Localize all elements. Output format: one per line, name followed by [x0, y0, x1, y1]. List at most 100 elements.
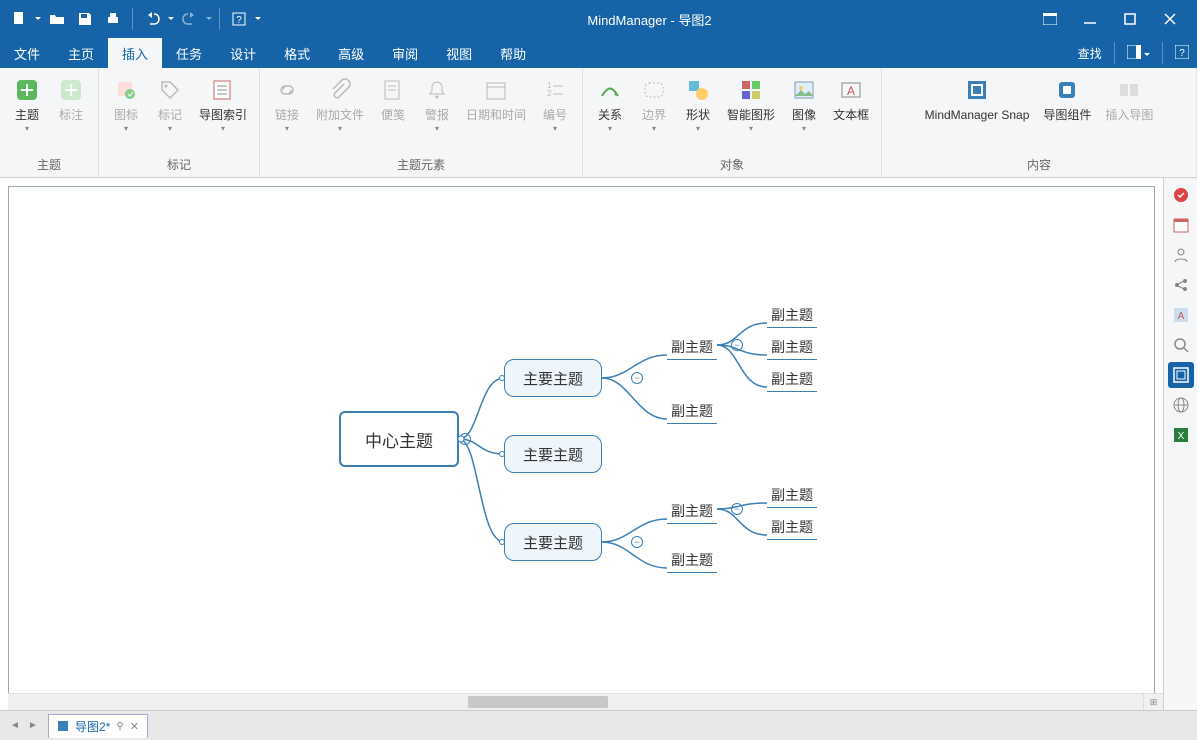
help-icon[interactable]: ? [1175, 45, 1189, 62]
main-topic-3[interactable]: 主要主题 [504, 523, 602, 561]
chevron-down-icon: ▾ [25, 124, 29, 133]
qat-customize-icon[interactable] [254, 17, 262, 21]
sub-topic[interactable]: 副主题 [667, 399, 717, 424]
side-share-icon[interactable] [1168, 272, 1194, 298]
ribbon: 主题 ▾ 标注 主题 图标 ▾ 标记 ▾ 导图索引 [0, 68, 1197, 178]
new-document-button[interactable] [6, 6, 32, 32]
tab-review[interactable]: 审阅 [378, 38, 432, 68]
tab-insert[interactable]: 插入 [108, 38, 162, 68]
document-tab-label: 导图2* [75, 718, 110, 735]
link-button: 链接▾ [266, 72, 308, 137]
redo-button[interactable] [177, 6, 203, 32]
side-marker-icon[interactable] [1168, 182, 1194, 208]
tab-file[interactable]: 文件 [0, 38, 54, 68]
datetime-button: 日期和时间 [460, 72, 532, 126]
scroll-options-icon[interactable]: ⊞ [1143, 694, 1163, 710]
side-web-icon[interactable] [1168, 392, 1194, 418]
collapse-toggle[interactable]: − [731, 339, 743, 351]
undo-button[interactable] [139, 6, 165, 32]
save-button[interactable] [72, 6, 98, 32]
ribbon-group-content: MindManager Snap 导图组件 插入导图 内容 [882, 68, 1197, 177]
numbering-button: 12编号▾ [534, 72, 576, 137]
number-icon: 12 [541, 76, 569, 104]
snap-button[interactable]: MindManager Snap [919, 72, 1036, 126]
ribbon-group-topic: 主题 ▾ 标注 主题 [0, 68, 99, 177]
tab-view[interactable]: 视图 [432, 38, 486, 68]
sub-topic[interactable]: 副主题 [767, 483, 817, 508]
tab-format[interactable]: 格式 [270, 38, 324, 68]
side-format-icon[interactable]: A [1168, 302, 1194, 328]
index-icon [209, 76, 237, 104]
tab-advanced[interactable]: 高级 [324, 38, 378, 68]
sub-topic[interactable]: 副主题 [667, 499, 717, 524]
central-topic[interactable]: 中心主题 [339, 411, 459, 467]
open-button[interactable] [44, 6, 70, 32]
new-dropdown-icon[interactable] [34, 17, 42, 21]
collapse-toggle[interactable]: − [459, 433, 471, 445]
scrollbar-thumb[interactable] [468, 696, 608, 708]
canvas-area[interactable]: 中心主题 主要主题 主要主题 主要主题 − − − − − 副主题 副主题 副主… [0, 178, 1163, 710]
ribbon-group-objects: 关系▾ 边界▾ 形状▾ 智能图形▾ 图像▾ A文本框 对象 [583, 68, 882, 177]
sub-topic[interactable]: 副主题 [667, 335, 717, 360]
pin-icon[interactable]: ⚲ [116, 721, 123, 732]
help-qat-button[interactable]: ? [226, 6, 252, 32]
shape-button[interactable]: 形状▾ [677, 72, 719, 137]
tab-prev-icon[interactable]: ◄ [6, 717, 24, 735]
sub-topic[interactable]: 副主题 [767, 335, 817, 360]
side-snap-icon[interactable] [1168, 362, 1194, 388]
map-icon [57, 720, 69, 732]
svg-text:X: X [1177, 431, 1184, 442]
collapse-toggle[interactable]: − [731, 503, 743, 515]
close-icon[interactable]: ✕ [130, 720, 139, 733]
sub-topic[interactable]: 副主题 [767, 515, 817, 540]
topic-button[interactable]: 主题 ▾ [6, 72, 48, 137]
side-search-icon[interactable] [1168, 332, 1194, 358]
side-excel-icon[interactable]: X [1168, 422, 1194, 448]
textbox-icon: A [837, 76, 865, 104]
tab-home[interactable]: 主页 [54, 38, 108, 68]
redo-dropdown-icon[interactable] [205, 17, 213, 21]
horizontal-scrollbar[interactable]: ⊞ [8, 693, 1163, 710]
side-calendar-icon[interactable] [1168, 212, 1194, 238]
image-button[interactable]: 图像▾ [783, 72, 825, 137]
relationship-button[interactable]: 关系▾ [589, 72, 631, 137]
tag-icon [156, 76, 184, 104]
sub-topic[interactable]: 副主题 [767, 367, 817, 392]
textbox-button[interactable]: A文本框 [827, 72, 875, 126]
svg-text:A: A [1177, 311, 1184, 322]
task-pane-strip: A X [1163, 178, 1197, 710]
attachment-button: 附加文件▾ [310, 72, 370, 137]
undo-dropdown-icon[interactable] [167, 17, 175, 21]
maximize-button[interactable] [1117, 9, 1143, 29]
plus-icon [57, 76, 85, 104]
collapse-toggle[interactable]: − [631, 536, 643, 548]
ribbon-display-button[interactable] [1037, 9, 1063, 29]
window-title: MindManager - 导图2 [262, 10, 1037, 29]
tab-next-icon[interactable]: ► [24, 717, 42, 735]
notes-button: 便笺 [372, 72, 414, 126]
search-link[interactable]: 查找 [1078, 45, 1102, 62]
map-index-button[interactable]: 导图索引 ▾ [193, 72, 253, 137]
print-button[interactable] [100, 6, 126, 32]
sub-topic[interactable]: 副主题 [767, 303, 817, 328]
taskpane-toggle-icon[interactable] [1127, 45, 1150, 62]
close-button[interactable] [1157, 9, 1183, 29]
canvas[interactable]: 中心主题 主要主题 主要主题 主要主题 − − − − − 副主题 副主题 副主… [8, 186, 1155, 702]
image-icon [790, 76, 818, 104]
ribbon-group-elements: 链接▾ 附加文件▾ 便笺 警报▾ 日期和时间 12编号▾ 主题元素 [260, 68, 583, 177]
tab-design[interactable]: 设计 [216, 38, 270, 68]
relation-icon [596, 76, 624, 104]
side-user-icon[interactable] [1168, 242, 1194, 268]
document-tab[interactable]: 导图2* ⚲ ✕ [48, 714, 148, 738]
group-label-objects: 对象 [589, 154, 875, 175]
main-topic-1[interactable]: 主要主题 [504, 359, 602, 397]
tab-tasks[interactable]: 任务 [162, 38, 216, 68]
mapparts-button[interactable]: 导图组件 [1037, 72, 1097, 126]
collapse-toggle[interactable]: − [631, 372, 643, 384]
main-topic-2[interactable]: 主要主题 [504, 435, 602, 473]
plus-icon [13, 76, 41, 104]
minimize-button[interactable] [1077, 9, 1103, 29]
tab-help[interactable]: 帮助 [486, 38, 540, 68]
sub-topic[interactable]: 副主题 [667, 548, 717, 573]
smartshape-button[interactable]: 智能图形▾ [721, 72, 781, 137]
